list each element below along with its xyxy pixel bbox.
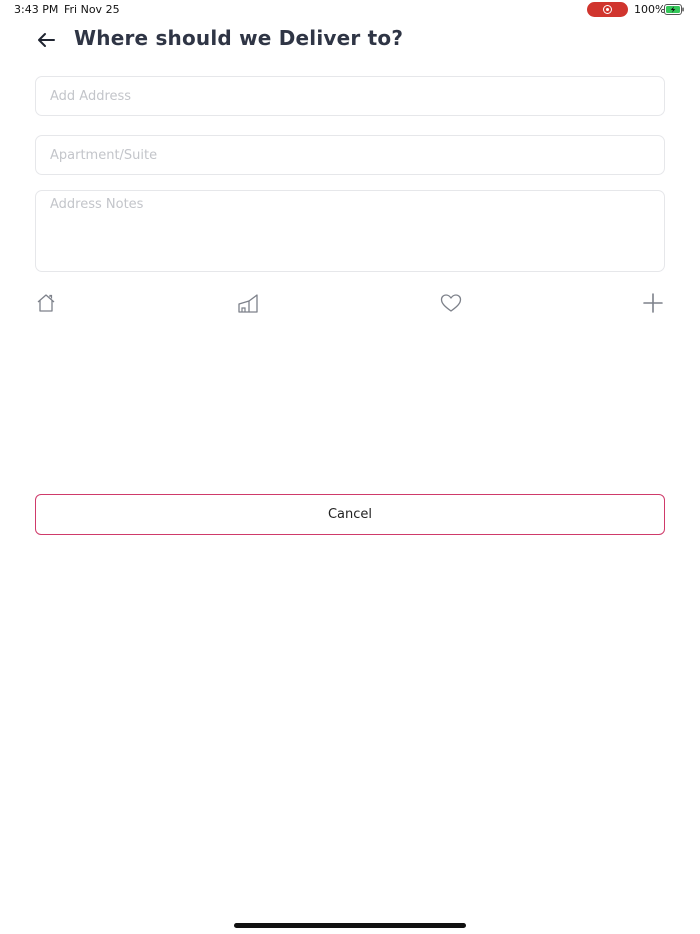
page-title: Where should we Deliver to? — [74, 26, 404, 50]
status-time: 3:43 PM — [14, 3, 59, 16]
status-bar: 3:43 PM Fri Nov 25 100% — [0, 0, 700, 20]
screen-recording-icon[interactable] — [587, 2, 628, 17]
cancel-button[interactable]: Cancel — [35, 494, 665, 535]
apartment-suite-input[interactable] — [35, 135, 665, 175]
add-address-input[interactable] — [35, 76, 665, 116]
back-button[interactable] — [33, 28, 59, 52]
battery-icon — [664, 4, 684, 15]
status-date: Fri Nov 25 — [64, 3, 120, 16]
plus-icon — [643, 293, 663, 313]
work-address-button[interactable] — [235, 290, 261, 316]
add-address-type-button[interactable] — [640, 290, 666, 316]
battery-percent: 100% — [634, 3, 666, 16]
favorite-address-button[interactable] — [438, 290, 464, 316]
home-icon — [37, 294, 55, 312]
heart-icon — [440, 294, 462, 312]
home-indicator[interactable] — [234, 923, 466, 928]
address-notes-input[interactable] — [35, 190, 665, 272]
home-address-button[interactable] — [33, 290, 59, 316]
building-icon — [238, 294, 258, 313]
delivery-address-screen: 3:43 PM Fri Nov 25 100% Where should we … — [0, 0, 700, 934]
arrow-left-icon — [38, 33, 55, 47]
